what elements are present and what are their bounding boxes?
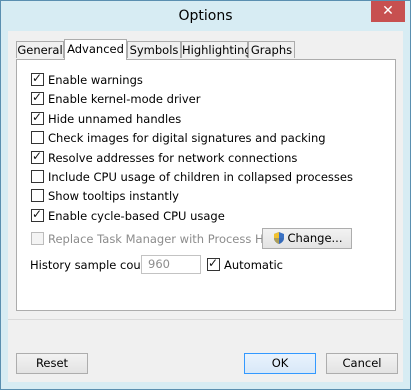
check-icon: ✓ — [32, 207, 43, 221]
check-icon: ✓ — [32, 149, 43, 163]
uac-shield-icon — [272, 231, 286, 251]
change-button-label: Change... — [287, 231, 343, 245]
option-label: Enable cycle-based CPU usage — [48, 209, 225, 223]
footer-divider — [8, 319, 403, 320]
close-icon: ✕ — [382, 3, 394, 19]
change-button[interactable]: Change... — [262, 228, 352, 249]
option-label: Show tooltips instantly — [48, 189, 179, 203]
option-label: Enable warnings — [48, 73, 143, 87]
checkbox — [31, 232, 44, 245]
option-cycle-based-cpu[interactable]: ✓ Enable cycle-based CPU usage — [31, 207, 225, 224]
option-hide-unnamed-handles[interactable]: ✓ Hide unnamed handles — [31, 110, 182, 127]
option-label: Hide unnamed handles — [48, 112, 182, 126]
option-include-cpu-children[interactable]: Include CPU usage of children in collaps… — [31, 169, 353, 185]
check-icon: ✓ — [32, 110, 43, 124]
option-label: Enable kernel-mode driver — [48, 92, 201, 106]
checkbox[interactable]: ✓ — [31, 207, 44, 222]
option-label: Automatic — [224, 258, 283, 272]
close-button[interactable]: ✕ — [371, 1, 405, 22]
cancel-button[interactable]: Cancel — [326, 353, 398, 374]
tab-graphs[interactable]: Graphs — [248, 41, 295, 58]
checkbox[interactable] — [31, 189, 44, 202]
tab-advanced[interactable]: Advanced — [64, 39, 127, 60]
options-dialog: Options ✕ General Advanced Symbols Highl… — [0, 0, 411, 390]
title-bar[interactable]: Options ✕ — [1, 1, 410, 31]
option-enable-warnings[interactable]: ✓ Enable warnings — [31, 71, 143, 88]
option-label: Include CPU usage of children in collaps… — [48, 170, 353, 184]
check-icon: ✓ — [32, 71, 43, 85]
option-label: Resolve addresses for network connection… — [48, 151, 298, 165]
option-show-tooltips-instantly[interactable]: Show tooltips instantly — [31, 188, 179, 204]
checkbox[interactable]: ✓ — [31, 90, 44, 105]
history-sample-count-label: History sample count: — [30, 258, 157, 272]
option-automatic[interactable]: ✓ Automatic — [207, 256, 283, 273]
checkbox[interactable] — [31, 170, 44, 183]
option-resolve-addresses[interactable]: ✓ Resolve addresses for network connectio… — [31, 149, 298, 166]
check-icon: ✓ — [32, 90, 43, 104]
tab-general[interactable]: General — [16, 41, 64, 58]
option-enable-kernel-mode-driver[interactable]: ✓ Enable kernel-mode driver — [31, 90, 201, 107]
advanced-panel: ✓ Enable warnings ✓ Enable kernel-mode dri… — [16, 59, 396, 311]
option-label: Replace Task Manager with Process Hacker — [48, 232, 296, 246]
checkbox[interactable] — [31, 131, 44, 144]
checkbox[interactable]: ✓ — [31, 149, 44, 164]
checkbox[interactable]: ✓ — [31, 71, 44, 86]
option-check-images-signatures[interactable]: Check images for digital signatures and … — [31, 130, 326, 146]
ok-button[interactable]: OK — [244, 353, 316, 374]
option-label: Check images for digital signatures and … — [48, 131, 326, 145]
checkbox[interactable]: ✓ — [31, 110, 44, 125]
tab-highlighting[interactable]: Highlighting — [181, 41, 252, 58]
tab-symbols[interactable]: Symbols — [127, 41, 181, 58]
history-sample-count-input[interactable]: 960 — [141, 255, 201, 274]
option-replace-task-manager: Replace Task Manager with Process Hacker — [31, 231, 295, 247]
check-icon: ✓ — [208, 256, 219, 270]
reset-button[interactable]: Reset — [16, 353, 88, 374]
checkbox[interactable]: ✓ — [207, 256, 220, 271]
window-title: Options — [178, 8, 233, 24]
dialog-client-area: General Advanced Symbols Highlighting Gr… — [8, 31, 403, 382]
